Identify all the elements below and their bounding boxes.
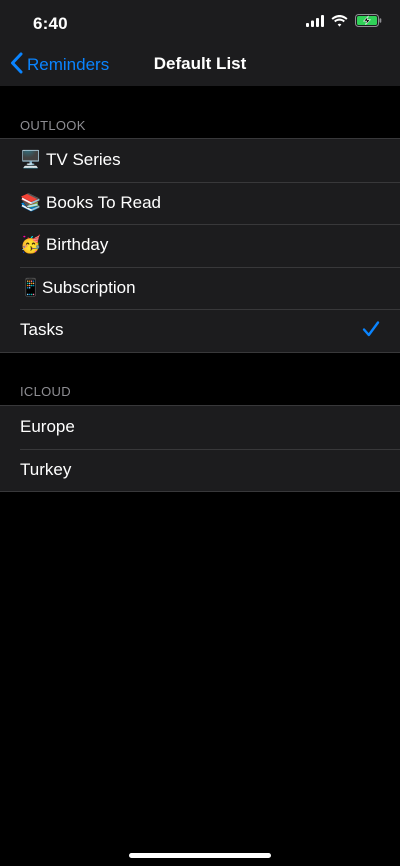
list-item-tv-series[interactable]: 🖥️ TV Series — [0, 139, 400, 182]
status-bar: 6:40 — [0, 0, 400, 46]
status-time: 6:40 — [33, 14, 68, 33]
list-item-label: Books To Read — [46, 192, 161, 212]
battery-charging-icon — [355, 14, 382, 32]
list-item-label: Tasks — [20, 320, 64, 340]
list-group-outlook: 🖥️ TV Series 📚 Books To Read 🥳 Birthday … — [0, 138, 400, 353]
tv-icon: 🖥️ — [20, 150, 42, 170]
navigation-bar: Reminders Default List — [0, 46, 400, 86]
home-indicator[interactable] — [129, 853, 271, 858]
list-item-label: Birthday — [46, 235, 109, 255]
mobile-phone-icon: 📱 — [20, 277, 42, 297]
list-item-turkey[interactable]: Turkey — [0, 448, 400, 492]
list-item-label: TV Series — [46, 150, 121, 170]
list-item-birthday[interactable]: 🥳 Birthday — [0, 224, 400, 267]
section-header-icloud: ICLOUD — [20, 384, 71, 399]
list-item-label: Subscription — [42, 277, 136, 297]
books-icon: 📚 — [20, 192, 42, 212]
page-title: Default List — [153, 54, 247, 73]
checkmark-icon — [362, 320, 380, 343]
list-item-europe[interactable]: Europe — [0, 406, 400, 449]
list-item-tasks[interactable]: Tasks — [0, 309, 400, 352]
cellular-signal-icon — [306, 14, 324, 32]
list-group-icloud: Europe Turkey — [0, 405, 400, 492]
status-icons — [299, 14, 382, 32]
list-item-books-to-read[interactable]: 📚 Books To Read — [0, 181, 400, 225]
list-item-label: Turkey — [20, 459, 72, 479]
list-item-subscription[interactable]: 📱 Subscription — [0, 266, 400, 310]
list-item-label: Europe — [20, 417, 75, 437]
wifi-icon — [331, 14, 348, 32]
party-face-icon: 🥳 — [20, 235, 42, 255]
section-header-outlook: OUTLOOK — [20, 118, 86, 133]
screen: 6:40 Reminders Default List OUTLOOK 🖥️ T… — [0, 0, 400, 866]
